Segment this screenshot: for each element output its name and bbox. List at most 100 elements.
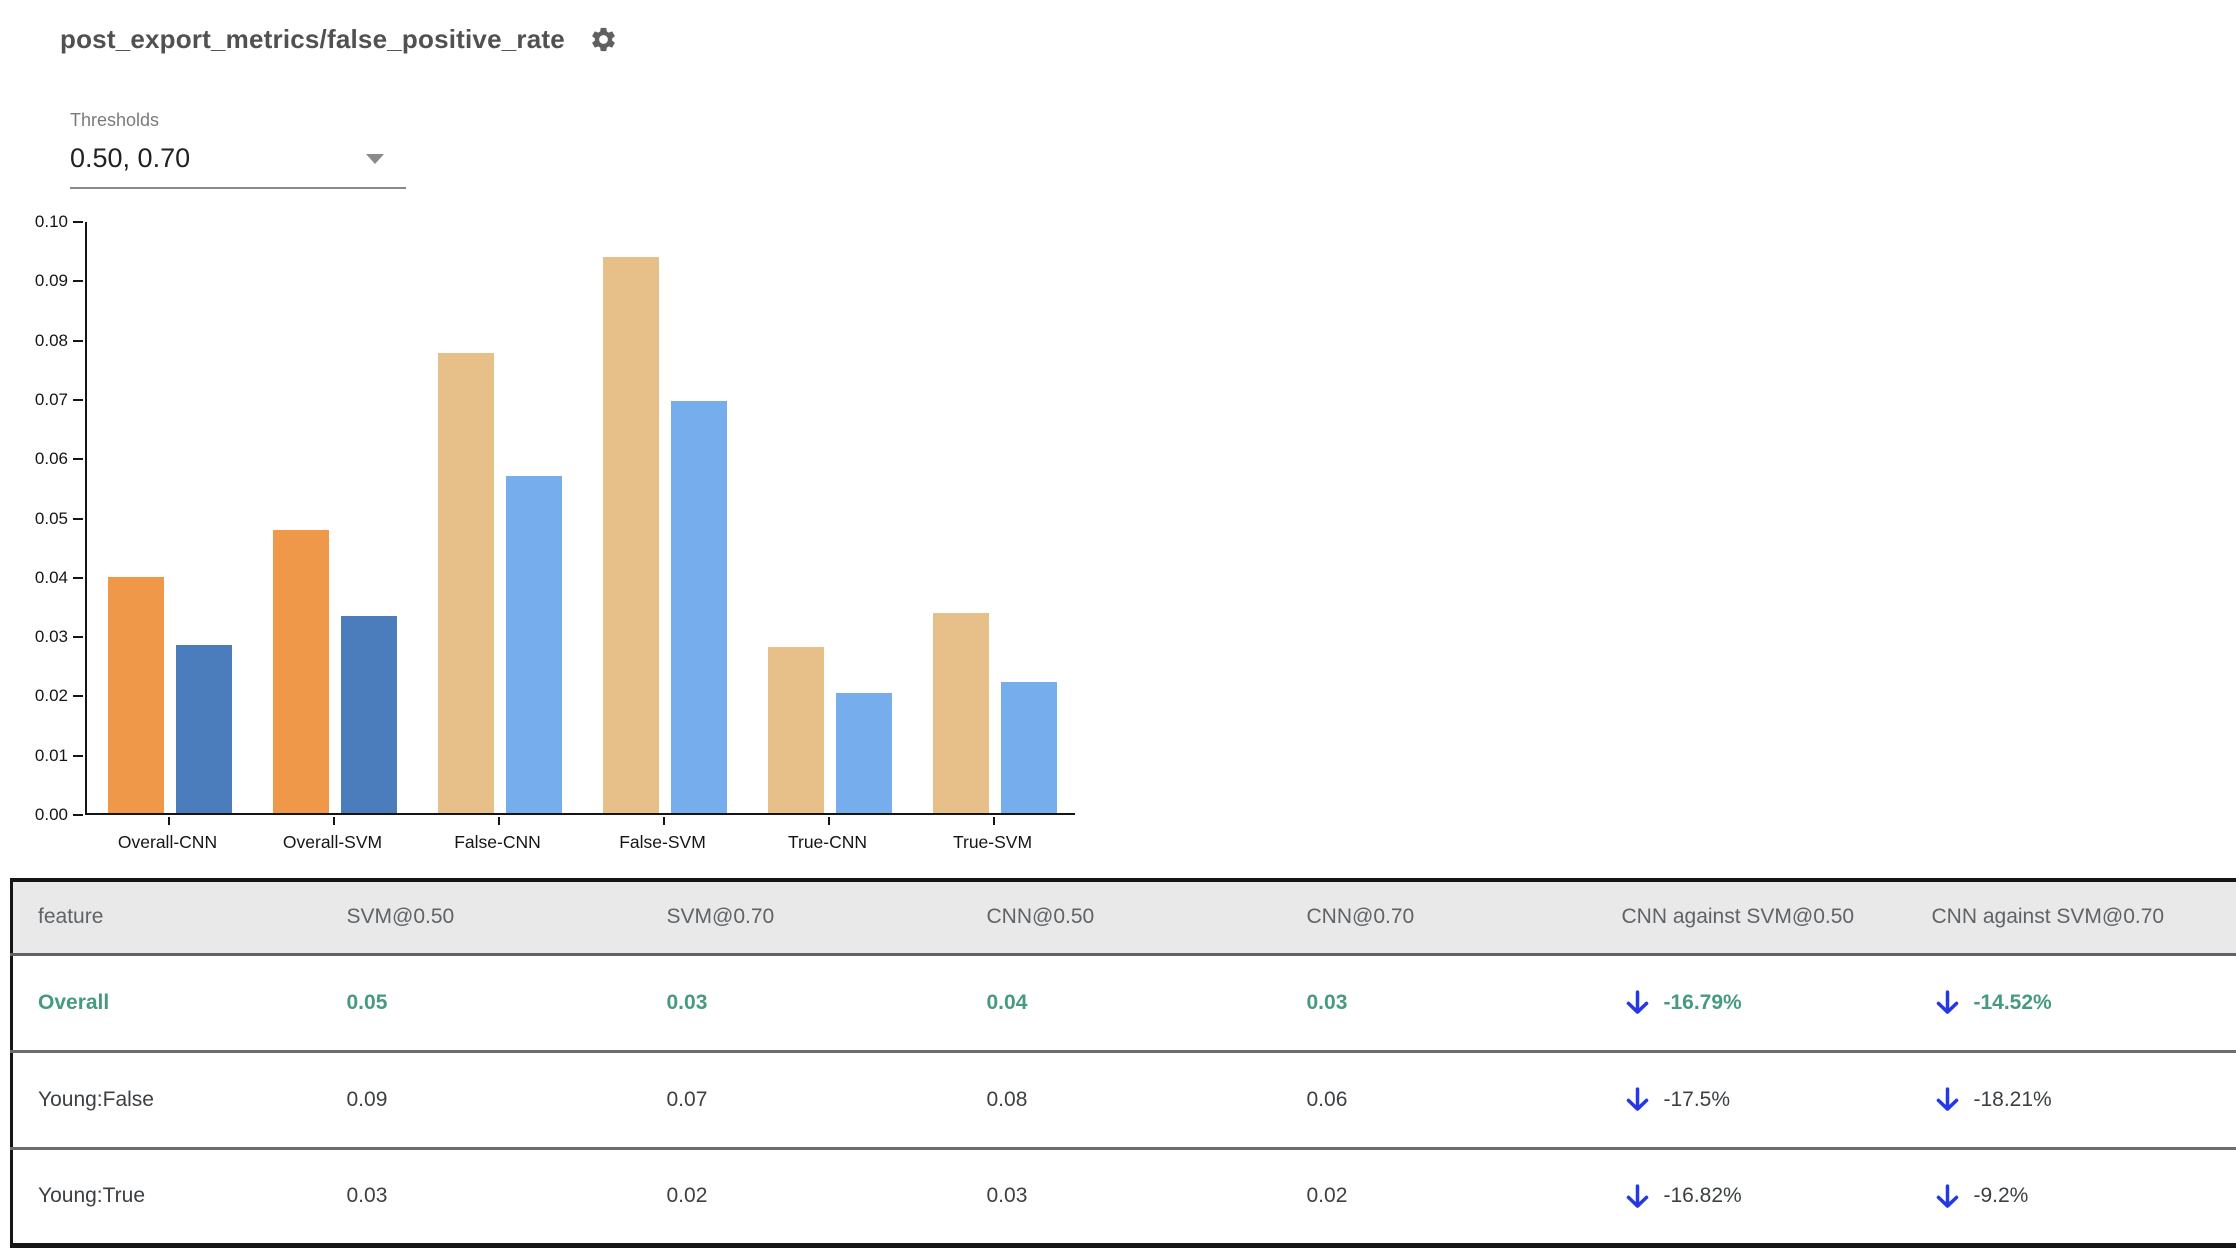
y-axis-label: 0.01 bbox=[34, 745, 68, 765]
comparison-value: -16.79% bbox=[1663, 990, 1742, 1014]
bar-false-svm-threshold-0.50[interactable] bbox=[602, 256, 659, 813]
y-axis-tick bbox=[73, 695, 83, 698]
metric-cell-svm_050: 0.05 bbox=[346, 990, 388, 1014]
plot-area bbox=[85, 222, 1075, 815]
metric-cell-cnn_070: 0.06 bbox=[1306, 1087, 1348, 1111]
column-header-5: CNN against SVM@0.50 bbox=[1621, 905, 1855, 929]
arrow-down-icon bbox=[1622, 1084, 1653, 1115]
arrow-down-icon bbox=[1622, 987, 1653, 1018]
bar-group-true-cnn bbox=[747, 222, 912, 813]
column-header-0: feature bbox=[38, 905, 104, 929]
arrow-down-icon bbox=[1932, 987, 1963, 1018]
column-header-1: SVM@0.50 bbox=[346, 905, 455, 929]
bar-overall-cnn-threshold-0.70[interactable] bbox=[175, 645, 232, 813]
x-axis-tick bbox=[992, 817, 995, 825]
thresholds-select[interactable]: 0.50, 0.70 bbox=[70, 134, 406, 189]
comparison-cell-cnn_vs_svm_050: -16.79% bbox=[1597, 954, 1907, 1051]
table-row-young-false: Young:False 0.09 0.07 0.08 0.06 -17.5% -18.21% bbox=[11, 1051, 2236, 1148]
y-axis-label: 0.08 bbox=[34, 330, 68, 350]
x-axis-tick bbox=[332, 817, 335, 825]
bar-group-true-svm bbox=[912, 222, 1077, 813]
y-axis-tick bbox=[73, 576, 83, 579]
column-header-4: CNN@0.70 bbox=[1306, 905, 1415, 929]
bar-group-overall-cnn bbox=[87, 222, 252, 813]
bar-true-svm-threshold-0.70[interactable] bbox=[1000, 681, 1057, 813]
column-header-6: CNN against SVM@0.70 bbox=[1931, 905, 2165, 929]
bar-false-cnn-threshold-0.70[interactable] bbox=[505, 476, 562, 813]
y-axis-label: 0.06 bbox=[34, 449, 68, 469]
y-axis-label: 0.10 bbox=[34, 212, 68, 231]
table-header-row: feature SVM@0.50 SVM@0.70 CNN@0.50 CNN@0.70 C… bbox=[11, 880, 2236, 954]
feature-cell: Young:False bbox=[38, 1087, 154, 1111]
bar-overall-cnn-threshold-0.50[interactable] bbox=[107, 577, 164, 813]
bar-overall-svm-threshold-0.50[interactable] bbox=[272, 529, 329, 813]
y-axis-label: 0.02 bbox=[34, 686, 68, 706]
metric-cell-cnn_050: 0.03 bbox=[986, 1184, 1028, 1207]
table-row-overall: Overall 0.05 0.03 0.04 0.03 -16.79% -14.52% bbox=[11, 954, 2236, 1051]
y-axis-tick bbox=[73, 280, 83, 283]
table-row-young-true: Young:True 0.03 0.02 0.03 0.02 -16.82% -9.2% bbox=[12, 1148, 2236, 1245]
thresholds-label: Thresholds bbox=[70, 110, 160, 130]
x-axis-tick bbox=[497, 817, 500, 825]
comparison-cell-cnn_vs_svm_070: -9.2% bbox=[1907, 1148, 2236, 1245]
metric-cell-svm_050: 0.09 bbox=[346, 1087, 388, 1111]
settings-button[interactable] bbox=[589, 25, 618, 54]
x-axis-label: Overall-SVM bbox=[282, 832, 383, 852]
x-axis-label: True-CNN bbox=[787, 832, 868, 852]
comparison-cell-cnn_vs_svm_050: -17.5% bbox=[1597, 1051, 1907, 1148]
metric-cell-svm_070: 0.07 bbox=[666, 1087, 708, 1111]
x-axis-label: True-SVM bbox=[952, 832, 1033, 852]
comparison-cell-cnn_vs_svm_070: -14.52% bbox=[1907, 954, 2236, 1051]
chevron-down-icon bbox=[366, 153, 384, 164]
comparison-value: -18.21% bbox=[1973, 1087, 2052, 1111]
column-header-3: CNN@0.50 bbox=[986, 905, 1095, 929]
bar-true-cnn-threshold-0.70[interactable] bbox=[835, 693, 892, 813]
y-axis-label: 0.09 bbox=[34, 271, 68, 291]
feature-cell: Overall bbox=[38, 990, 110, 1014]
y-axis-label: 0.05 bbox=[34, 508, 68, 528]
y-axis-tick bbox=[73, 636, 83, 639]
comparison-cell-cnn_vs_svm_050: -16.82% bbox=[1597, 1148, 1907, 1245]
bar-true-svm-threshold-0.50[interactable] bbox=[932, 613, 989, 813]
x-axis-tick bbox=[167, 817, 170, 825]
column-header-2: SVM@0.70 bbox=[666, 905, 775, 929]
bar-group-false-cnn bbox=[417, 222, 582, 813]
comparison-value: -17.5% bbox=[1663, 1087, 1731, 1111]
y-axis-tick bbox=[73, 814, 83, 816]
y-axis-tick bbox=[73, 754, 83, 757]
metric-cell-svm_050: 0.03 bbox=[346, 1184, 388, 1207]
y-axis-label: 0.00 bbox=[34, 805, 68, 824]
x-axis-tick bbox=[662, 817, 665, 825]
fpr-bar-chart: 0.10 0.09 0.08 0.07 0.06 0.05 0.04 0.03 0.02 0.01… bbox=[20, 210, 1160, 875]
bar-true-cnn-threshold-0.50[interactable] bbox=[767, 646, 824, 813]
metrics-table: feature SVM@0.50 SVM@0.70 CNN@0.50 CNN@0.70 C… bbox=[10, 878, 2236, 1248]
comparison-cell-cnn_vs_svm_070: -18.21% bbox=[1907, 1051, 2236, 1148]
arrow-down-icon bbox=[1932, 1181, 1963, 1212]
metric-cell-cnn_070: 0.02 bbox=[1306, 1184, 1348, 1207]
bar-false-svm-threshold-0.70[interactable] bbox=[670, 400, 727, 813]
arrow-down-icon bbox=[1622, 1181, 1653, 1212]
metric-cell-svm_070: 0.03 bbox=[666, 990, 708, 1014]
y-axis-tick bbox=[73, 221, 83, 223]
comparison-value: -16.82% bbox=[1663, 1184, 1742, 1207]
metric-cell-cnn_050: 0.04 bbox=[986, 990, 1028, 1014]
y-axis-label: 0.03 bbox=[34, 627, 68, 647]
comparison-value: -9.2% bbox=[1973, 1184, 2029, 1207]
x-axis-label: Overall-CNN bbox=[117, 832, 218, 852]
x-axis-label: False-CNN bbox=[454, 832, 541, 852]
y-axis-label: 0.07 bbox=[34, 389, 68, 409]
y-axis-tick bbox=[73, 458, 83, 461]
x-axis-label: False-SVM bbox=[619, 832, 706, 852]
bar-false-cnn-threshold-0.50[interactable] bbox=[437, 353, 494, 813]
page-title: post_export_metrics/false_positive_rate bbox=[60, 24, 565, 54]
bar-overall-svm-threshold-0.70[interactable] bbox=[340, 616, 397, 813]
y-axis-tick bbox=[73, 398, 83, 401]
y-axis-tick bbox=[73, 339, 83, 342]
bar-group-false-svm bbox=[582, 222, 747, 813]
bar-group-overall-svm bbox=[252, 222, 417, 813]
thresholds-control: Thresholds 0.50, 0.70 bbox=[70, 110, 406, 189]
metric-cell-svm_070: 0.02 bbox=[666, 1184, 708, 1207]
feature-cell: Young:True bbox=[38, 1184, 146, 1207]
y-axis-label: 0.04 bbox=[34, 567, 68, 587]
y-axis-tick bbox=[73, 517, 83, 520]
